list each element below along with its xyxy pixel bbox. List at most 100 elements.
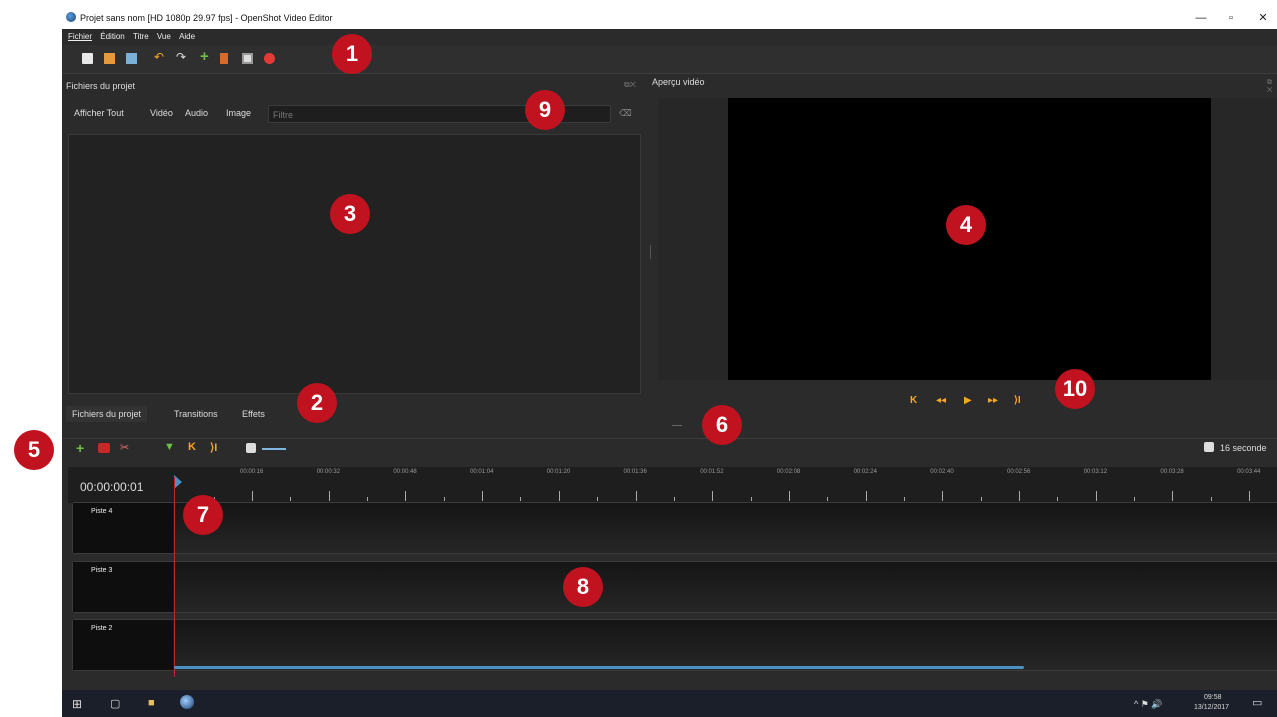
menu-bar: Fichier Édition Titre Vue Aide [62, 29, 1277, 43]
window-title: Projet sans nom [HD 1080p 29.97 fps] - O… [80, 13, 333, 23]
splitter-handle[interactable] [650, 245, 651, 259]
zoom-slider[interactable] [262, 448, 286, 450]
ruler-minor-tick [673, 497, 675, 501]
close-button[interactable]: ✕ [1252, 10, 1274, 26]
center-timeline-icon[interactable] [246, 443, 256, 453]
ruler-minor-tick [980, 497, 982, 501]
add-track-icon[interactable]: + [76, 440, 84, 456]
jump-end-icon[interactable]: ⟩I [1014, 395, 1021, 406]
tab-transitions[interactable]: Transitions [168, 406, 224, 422]
tab-afficher-tout[interactable]: Afficher Tout [74, 108, 124, 118]
rewind-icon[interactable]: ◂◂ [936, 395, 946, 406]
track-piste-3[interactable]: Piste 3 [72, 561, 1277, 613]
track-header: Piste 2 [73, 620, 173, 670]
tab-video[interactable]: Vidéo [150, 108, 173, 118]
snap-icon[interactable] [98, 443, 110, 453]
next-marker-icon[interactable]: ⟩I [210, 441, 217, 454]
razor-icon[interactable]: ✂ [120, 441, 129, 454]
ruler-label: 00:01:04 [470, 469, 494, 475]
track-header: Piste 4 [73, 503, 173, 553]
ruler-major-tick [1095, 491, 1097, 501]
new-project-icon[interactable] [82, 53, 93, 64]
ruler-minor-tick [290, 497, 292, 501]
ruler-minor-tick [443, 497, 445, 501]
ruler-label: 00:01:36 [623, 469, 647, 475]
menu-fichier[interactable]: Fichier [68, 32, 92, 41]
task-view-icon[interactable]: ▢ [110, 697, 120, 710]
windows-taskbar: ⊞ ▢ ■ ^ ⚑ 🔊 09:58 13/12/2017 ▭ [62, 690, 1277, 717]
track-lane[interactable] [174, 503, 1277, 553]
system-tray-icons[interactable]: ^ ⚑ 🔊 [1134, 699, 1163, 710]
tab-image[interactable]: Image [226, 108, 251, 118]
fullscreen-icon[interactable] [242, 53, 253, 64]
tab-audio[interactable]: Audio [185, 108, 208, 118]
notifications-icon[interactable]: ▭ [1252, 696, 1262, 709]
track-piste-2[interactable]: Piste 2 [72, 619, 1277, 671]
ruler-minor-tick [520, 497, 522, 501]
menu-vue[interactable]: Vue [157, 32, 171, 41]
ruler-major-tick [865, 491, 867, 501]
file-explorer-icon[interactable]: ■ [148, 697, 155, 709]
project-files-list[interactable] [68, 134, 641, 394]
badge-10: 10 [1055, 369, 1095, 409]
playhead-handle[interactable] [174, 475, 182, 489]
ruler-label: 00:03:28 [1160, 469, 1184, 475]
preview-dock-icon[interactable]: ⧉ ✕ [1267, 79, 1277, 95]
tab-effects[interactable]: Effets [236, 406, 271, 422]
open-project-icon[interactable] [104, 53, 115, 64]
ruler-minor-tick [597, 497, 599, 501]
badge-2: 2 [297, 383, 337, 423]
import-files-icon[interactable]: + [200, 48, 211, 65]
ruler-label: 00:00:32 [316, 469, 341, 475]
playhead-line[interactable] [174, 477, 175, 677]
timeline-scrollbar[interactable] [174, 666, 1024, 669]
menu-aide[interactable]: Aide [179, 32, 195, 41]
ruler-major-tick [1172, 491, 1174, 501]
ruler-minor-tick [1057, 497, 1059, 501]
export-video-icon[interactable] [264, 53, 275, 64]
dock-separator [672, 425, 682, 426]
timeline-ruler[interactable]: 00:00:00:01 00:00:16 00:00:32 00:00:48 00:0… [68, 467, 1277, 503]
track-lane[interactable] [174, 562, 1277, 612]
jump-start-icon[interactable]: K [910, 395, 917, 406]
start-icon[interactable]: ⊞ [72, 697, 82, 711]
ruler-minor-tick [827, 497, 829, 501]
ruler-minor-tick [903, 497, 905, 501]
ruler-minor-tick [367, 497, 369, 501]
player-controls: K ◂◂ ▶ ▸▸ ⟩I [910, 395, 1030, 409]
ruler-label: 00:03:12 [1083, 469, 1108, 475]
track-lane[interactable] [174, 620, 1277, 670]
ruler-major-tick [558, 491, 560, 501]
track-piste-4[interactable]: Piste 4 [72, 502, 1277, 554]
undo-icon[interactable]: ↶ [154, 50, 165, 64]
tab-project-files[interactable]: Fichiers du projet [66, 406, 148, 422]
clock-time[interactable]: 09:58 [1204, 694, 1222, 701]
clear-filter-icon[interactable]: ⌫ [619, 108, 632, 119]
maximize-button[interactable]: ▫ [1220, 10, 1242, 26]
main-toolbar: ↶ ↷ + [62, 45, 1277, 74]
save-project-icon[interactable] [126, 53, 137, 64]
timecode-display: 00:00:00:01 [80, 480, 144, 494]
badge-3: 3 [330, 194, 370, 234]
fast-forward-icon[interactable]: ▸▸ [988, 395, 998, 406]
profile-icon[interactable] [220, 53, 228, 64]
play-icon[interactable]: ▶ [964, 395, 972, 406]
ruler-major-tick [252, 491, 253, 501]
redo-icon[interactable]: ↷ [176, 50, 187, 64]
track-name: Piste 4 [91, 508, 113, 515]
menu-edition[interactable]: Édition [100, 32, 124, 41]
previous-marker-icon[interactable]: K [188, 441, 196, 453]
ruler-major-tick [712, 491, 714, 501]
openshot-taskbar-icon[interactable] [180, 695, 194, 709]
menu-titre[interactable]: Titre [133, 32, 149, 41]
track-name: Piste 3 [91, 567, 113, 574]
panel-dock-icon[interactable]: ⧉✕ [624, 80, 636, 90]
video-preview-title: Aperçu vidéo [652, 77, 705, 87]
add-marker-icon[interactable]: ▼ [164, 441, 175, 453]
ruler-label: 00:02:24 [853, 469, 877, 475]
badge-6: 6 [702, 405, 742, 445]
clock-date[interactable]: 13/12/2017 [1194, 704, 1229, 711]
zoom-checkbox[interactable] [1204, 442, 1214, 452]
minimize-button[interactable]: — [1190, 10, 1212, 26]
track-header: Piste 3 [73, 562, 173, 612]
